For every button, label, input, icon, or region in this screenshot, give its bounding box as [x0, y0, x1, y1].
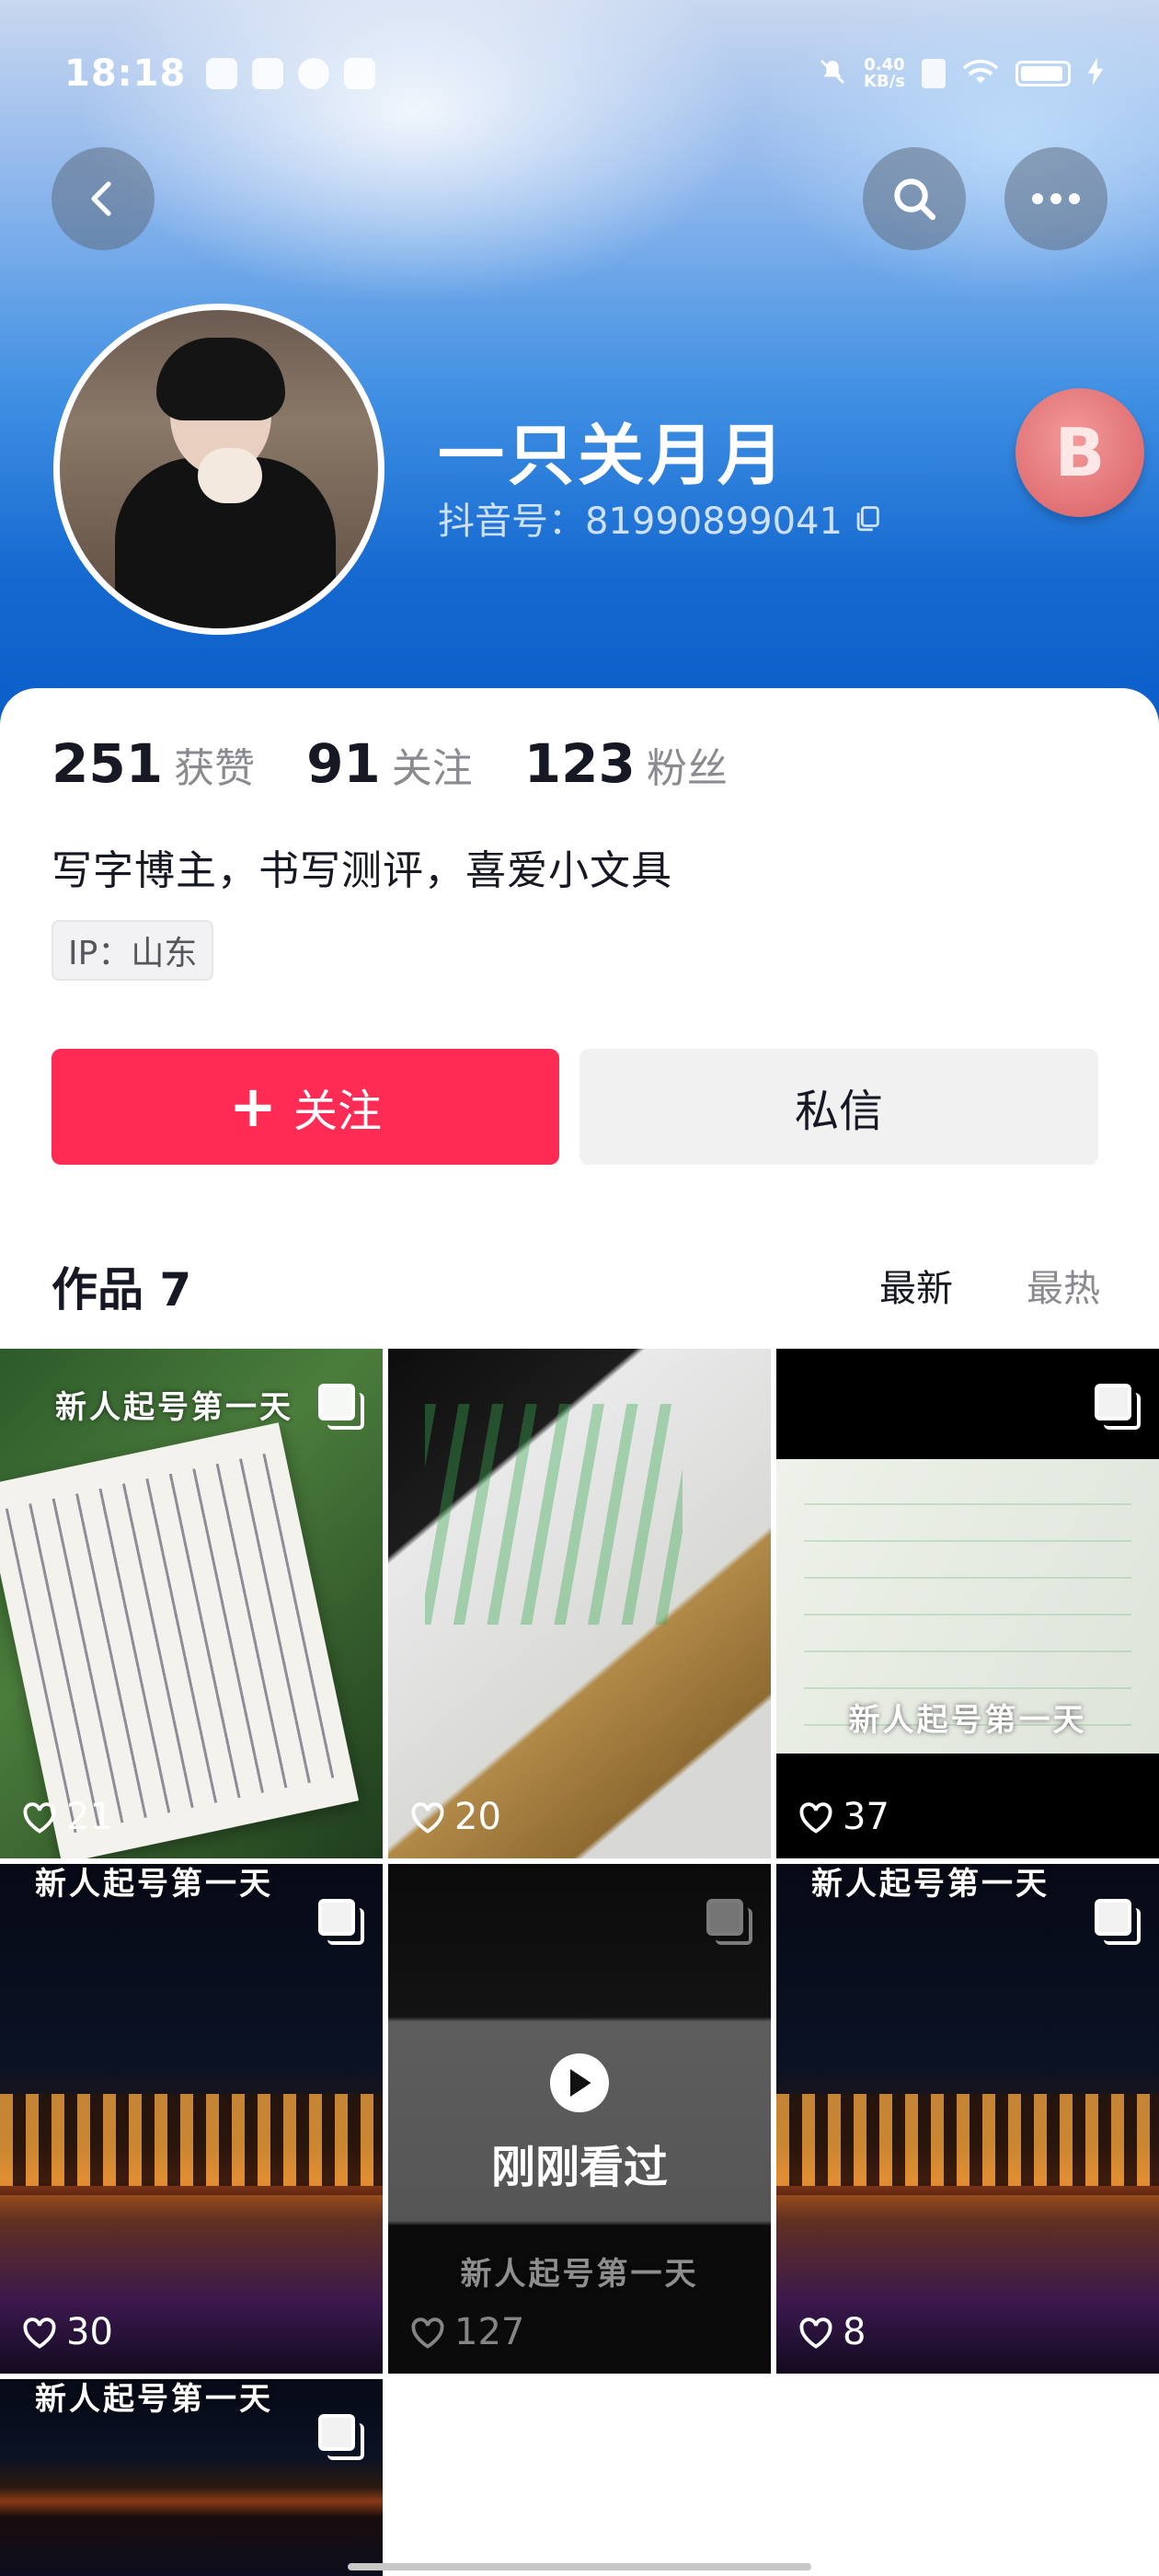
multi-image-icon: [1095, 1899, 1141, 1945]
settings-icon: [298, 58, 330, 89]
tile-caption: 新人起号第一天: [35, 1866, 273, 1903]
stat-following-label: 关注: [391, 745, 473, 792]
heart-icon: [799, 2317, 832, 2349]
heart-icon: [23, 2317, 56, 2349]
ip-location-tag: IP：山东: [52, 920, 214, 981]
stat-followers[interactable]: 123 粉丝: [524, 732, 728, 795]
mute-icon: [818, 57, 847, 91]
sort-newest[interactable]: 最新: [879, 1259, 953, 1312]
chevron-left-icon: [91, 181, 111, 216]
search-button[interactable]: [863, 147, 966, 250]
avatar[interactable]: [53, 304, 384, 635]
tile-thumbnail: [0, 1422, 360, 1858]
tile-likes: 127: [408, 2311, 524, 2353]
tile-likes-count: 20: [454, 1796, 501, 1838]
heart-icon: [411, 1802, 444, 1834]
tile-likes: 37: [797, 1796, 889, 1838]
multi-image-icon: [318, 1384, 364, 1430]
plus-icon: +: [229, 1073, 277, 1140]
avatar-hand: [198, 448, 262, 503]
tile-caption: 新人起号第一天: [35, 2381, 273, 2418]
floating-b-badge[interactable]: B: [1016, 388, 1144, 517]
wifi-icon: [962, 57, 999, 91]
multi-image-icon: [1095, 1384, 1141, 1430]
works-tab-title[interactable]: 作品 7: [52, 1253, 191, 1319]
stat-following[interactable]: 91 关注: [306, 732, 473, 795]
recently-viewed-label: 刚刚看过: [490, 2142, 668, 2193]
tile-likes-count: 37: [843, 1796, 889, 1838]
heart-icon: [23, 1802, 56, 1834]
status-bar: 18:18 0.40 KB/s: [64, 48, 1104, 99]
video-tile[interactable]: 新人起号第一天: [0, 2379, 383, 2576]
charging-icon: [1087, 57, 1104, 90]
tile-likes-count: 21: [66, 1796, 113, 1838]
follow-button-label: 关注: [293, 1086, 382, 1137]
app-icon: [252, 58, 284, 89]
stat-followers-value: 123: [523, 732, 636, 795]
multi-image-icon: [318, 2414, 364, 2460]
badge-letter: B: [1054, 414, 1106, 491]
video-tile[interactable]: 新人起号第一天 8: [776, 1864, 1159, 2374]
back-button[interactable]: [52, 147, 155, 250]
stat-likes-value: 251: [52, 732, 164, 795]
video-tile[interactable]: 新人起号第一天 37: [776, 1349, 1159, 1858]
message-button-label: 私信: [794, 1086, 883, 1137]
tile-caption: 新人起号第一天: [848, 1702, 1087, 1739]
sim-icon: [922, 59, 946, 88]
stat-likes[interactable]: 251 获赞: [52, 732, 255, 795]
tile-likes: 30: [20, 2311, 113, 2353]
heart-icon: [411, 2317, 444, 2349]
tile-thumbnail: [425, 1404, 683, 1625]
tile-likes-count: 127: [454, 2311, 525, 2353]
douyin-id-text: 抖音号：81990899041: [438, 500, 843, 543]
notification-icons: [206, 58, 376, 89]
follow-button[interactable]: + 关注: [52, 1049, 559, 1165]
tile-likes: 21: [20, 1796, 113, 1838]
heart-icon: [799, 1802, 832, 1834]
mail-icon: [206, 58, 238, 89]
stat-likes-label: 获赞: [174, 745, 256, 792]
tile-likes: 20: [408, 1796, 501, 1838]
copy-icon[interactable]: [852, 502, 883, 534]
multi-image-icon: [318, 1899, 364, 1945]
profile-header-banner: 18:18 0.40 KB/s 一只关月月 抖音号：81990899041 B: [0, 0, 1159, 727]
stat-followers-label: 粉丝: [646, 745, 728, 792]
tile-thumbnail: [776, 2094, 1159, 2186]
more-dots-icon: [1032, 193, 1080, 204]
status-right: 0.40 KB/s: [818, 57, 1104, 91]
status-time: 18:18: [64, 52, 187, 95]
sort-hottest[interactable]: 最热: [1027, 1259, 1100, 1312]
tile-caption: 新人起号第一天: [460, 2256, 699, 2293]
net-speed: 0.40 KB/s: [864, 55, 905, 91]
tile-thumbnail: [388, 1864, 771, 2374]
douyin-id[interactable]: 抖音号：81990899041: [438, 491, 883, 545]
video-tile[interactable]: 新人起号第一天 30: [0, 1864, 383, 2374]
search-icon: [894, 178, 936, 221]
tile-thumbnail: [0, 2094, 383, 2186]
multi-image-icon: [706, 1899, 752, 1945]
video-tile[interactable]: 20: [388, 1349, 771, 1858]
home-indicator[interactable]: [348, 2563, 811, 2570]
stats-row: 251 获赞 91 关注 123 粉丝: [52, 732, 779, 795]
profile-name: 一只关月月: [438, 417, 788, 494]
tile-likes: 8: [797, 2311, 866, 2353]
profile-bio: 写字博主，书写测评，喜爱小文具: [52, 847, 672, 894]
stat-following-value: 91: [306, 732, 381, 795]
battery-icon: [1016, 61, 1071, 86]
video-tile[interactable]: 新人起号第一天 21: [0, 1349, 383, 1858]
message-button[interactable]: 私信: [580, 1049, 1098, 1165]
tile-caption: 新人起号第一天: [811, 1866, 1050, 1903]
play-icon: [550, 2053, 609, 2112]
more-button[interactable]: [1004, 147, 1107, 250]
avatar-hair: [156, 338, 285, 420]
tile-likes-count: 8: [843, 2311, 866, 2353]
video-tile[interactable]: 刚刚看过 新人起号第一天 127: [388, 1864, 771, 2374]
map-icon: [344, 58, 376, 89]
tile-likes-count: 30: [66, 2311, 113, 2353]
